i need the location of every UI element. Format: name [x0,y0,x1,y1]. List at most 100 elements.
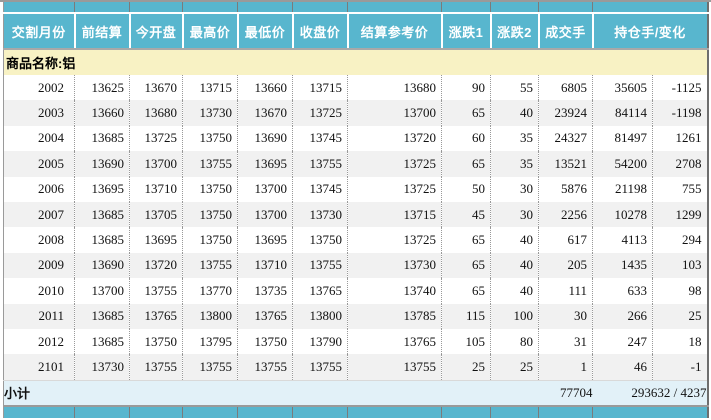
cell-high: 13750 [183,202,238,227]
cell-month: 2009 [4,253,75,278]
cell-close: 13745 [293,126,348,151]
column-header-month: 交割月份 [4,13,75,49]
table-row: 2004136851372513750136901374513720603524… [4,126,708,151]
cell-change1: 65 [442,227,491,252]
cell-volume: 13521 [539,151,593,176]
cell-close: 13765 [293,278,348,303]
cell-prev-settle: 13685 [75,329,130,354]
cell-open-interest: 10278 [593,202,653,227]
column-header-change2: 涨跌2 [491,13,539,49]
cell-close: 13755 [293,151,348,176]
column-header-open-interest-change: 持仓手/变化 [593,13,708,49]
cell-month: 2101 [4,354,75,380]
strip-cell [539,2,593,13]
column-header-settle-ref: 结算参考价 [348,13,442,49]
cell-open-interest: 54200 [593,151,653,176]
cell-low: 13735 [238,278,293,303]
cell-month: 2012 [4,329,75,354]
cell-change2: 100 [491,304,539,329]
cell-month: 2011 [4,304,75,329]
cell-change2: 30 [491,202,539,227]
cell-volume: 205 [539,253,593,278]
column-header-close: 收盘价 [293,13,348,49]
cell-high: 13800 [183,304,238,329]
cell-oi-change: 294 [653,227,708,252]
cell-high: 13715 [183,75,238,100]
cell-close: 13790 [293,329,348,354]
cell-open: 13755 [130,354,183,380]
column-header-open: 今开盘 [130,13,183,49]
cell-open-interest: 81497 [593,126,653,151]
cell-change2: 35 [491,126,539,151]
table-row: 2009136901372013755137101375513730654020… [4,253,708,278]
cell-open-interest: 1435 [593,253,653,278]
cell-prev-settle: 13700 [75,278,130,303]
strip-cell [238,406,293,418]
cell-settle-ref: 13785 [348,304,442,329]
cell-open: 13700 [130,151,183,176]
cell-low: 13700 [238,177,293,202]
table-row: 2003136601368013730136701372513700654023… [4,100,708,125]
cell-change1: 65 [442,100,491,125]
cell-open: 13765 [130,304,183,329]
cell-oi-change: 98 [653,278,708,303]
strip-cell [491,406,539,418]
cell-oi-change: -1198 [653,100,708,125]
cell-settle-ref: 13725 [348,177,442,202]
subtotal-row: 小计 77704 293632 / 4237 [4,380,708,406]
table-row: 2008136851369513750136951375013725654061… [4,227,708,252]
strip-cell [491,2,539,13]
cell-open: 13710 [130,177,183,202]
subtotal-label: 小计 [4,380,539,406]
table-row: 2101137301375513755137551375513755252514… [4,354,708,380]
cell-change1: 65 [442,151,491,176]
cell-prev-settle: 13695 [75,177,130,202]
cell-low: 13660 [238,75,293,100]
cell-change2: 30 [491,177,539,202]
cell-volume: 30 [539,304,593,329]
cell-change2: 80 [491,329,539,354]
product-name-row: 商品名称:铝 [4,49,708,75]
cell-oi-change: 103 [653,253,708,278]
data-rows: 2002136251367013715136601371513680905568… [4,75,708,380]
cell-change1: 60 [442,126,491,151]
cell-month: 2008 [4,227,75,252]
table-row: 2010137001375513770137351376513740654011… [4,278,708,303]
cell-volume: 2256 [539,202,593,227]
cell-month: 2006 [4,177,75,202]
cell-open-interest: 247 [593,329,653,354]
column-header-low: 最低价 [238,13,293,49]
table-row: 2007136851370513750137001373013715453022… [4,202,708,227]
cell-prev-settle: 13685 [75,304,130,329]
cell-volume: 6805 [539,75,593,100]
cell-change2: 25 [491,354,539,380]
cell-month: 2010 [4,278,75,303]
cell-high: 13750 [183,227,238,252]
cell-settle-ref: 13740 [348,278,442,303]
cell-change1: 65 [442,278,491,303]
cell-change1: 115 [442,304,491,329]
cell-low: 13695 [238,227,293,252]
strip-cell [593,2,708,13]
strip-cell [4,2,75,13]
cell-high: 13730 [183,100,238,125]
cell-open-interest: 266 [593,304,653,329]
cell-prev-settle: 13685 [75,202,130,227]
cell-volume: 31 [539,329,593,354]
cell-open: 13705 [130,202,183,227]
cell-volume: 1 [539,354,593,380]
cell-prev-settle: 13685 [75,227,130,252]
cell-open-interest: 84114 [593,100,653,125]
cell-open-interest: 633 [593,278,653,303]
cell-high: 13750 [183,126,238,151]
cell-month: 2002 [4,75,75,100]
table-row: 2002136251367013715136601371513680905568… [4,75,708,100]
strip-cell [593,406,708,418]
cell-oi-change: 2708 [653,151,708,176]
subtotal-volume: 77704 [539,380,593,406]
strip-cell [75,406,130,418]
cell-open-interest: 4113 [593,227,653,252]
cell-oi-change: 25 [653,304,708,329]
cell-volume: 5876 [539,177,593,202]
cell-volume: 617 [539,227,593,252]
